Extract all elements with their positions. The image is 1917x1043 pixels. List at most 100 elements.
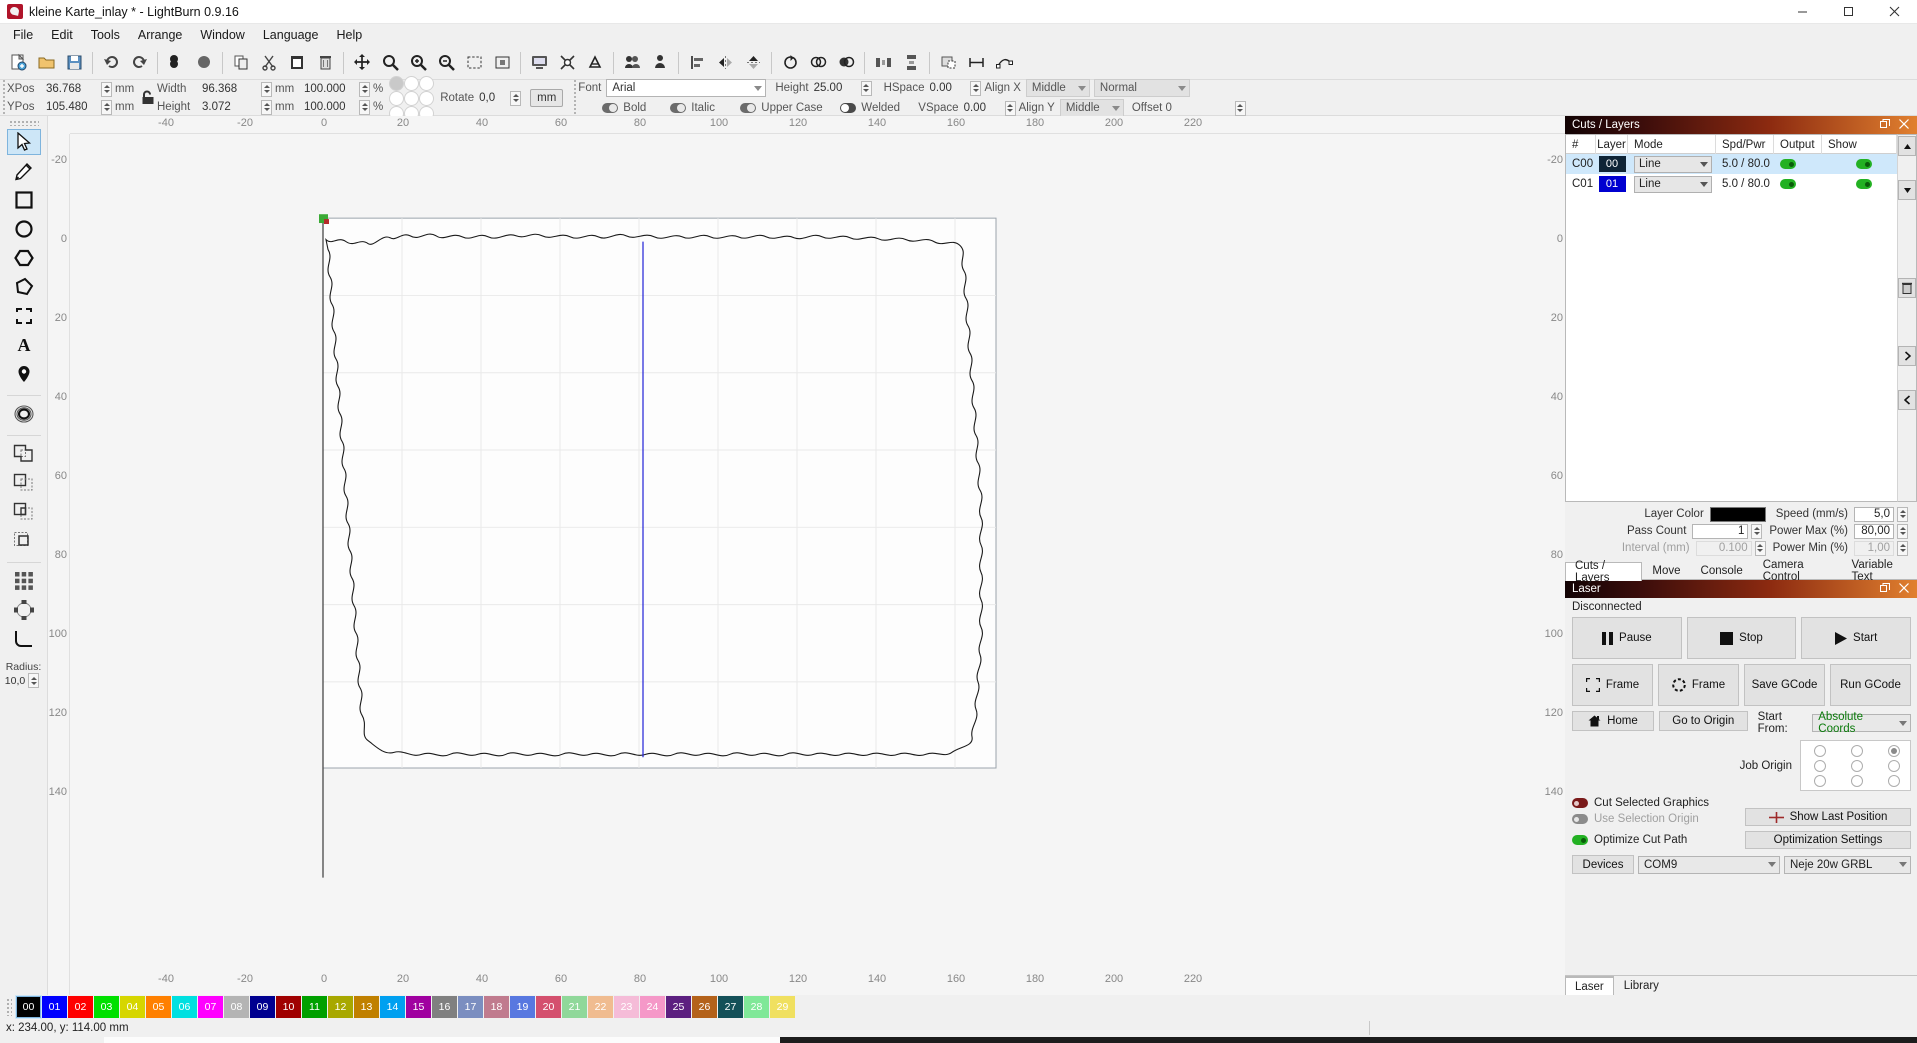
show-last-position-button[interactable]: Show Last Position [1745,808,1911,826]
ypos-value[interactable]: 105.480 [46,101,98,113]
tab-variable-text[interactable]: Variable Text [1842,559,1917,583]
layers-table[interactable]: # Layer Mode Spd/Pwr Output Show C00 00 [1565,134,1897,502]
snap-to-grid-icon[interactable] [935,50,961,76]
draw-lines-tool[interactable] [7,158,41,184]
palette-swatch-09[interactable]: 09 [250,996,275,1018]
tab-camera-control[interactable]: Camera Control [1753,559,1842,583]
palette-swatch-20[interactable]: 20 [536,996,561,1018]
pause-button[interactable]: Pause [1572,617,1682,659]
ungroup-icon[interactable] [647,50,673,76]
frame-selection-icon[interactable] [489,50,515,76]
print-and-cut-icon[interactable] [554,50,580,76]
design-canvas[interactable] [70,134,1565,995]
align-left-icon[interactable] [684,50,710,76]
array-tool[interactable] [7,568,41,594]
pass-count-value[interactable]: 1 [1692,523,1749,539]
tab-console[interactable]: Console [1691,561,1753,580]
property-bar-grip[interactable] [0,80,7,115]
preview-icon[interactable] [526,50,552,76]
undo-icon[interactable] [98,50,124,76]
start-button[interactable]: Start [1801,617,1912,659]
scroll-up-icon[interactable] [1898,136,1916,156]
job-origin-bottom-right[interactable] [1887,774,1900,787]
row-show-toggle-cell[interactable] [1822,174,1897,194]
welded-toggle[interactable] [840,103,857,113]
palette-swatch-29[interactable]: 29 [770,996,795,1018]
anchor-middle-left[interactable] [389,90,405,106]
row-output-toggle-cell[interactable] [1774,174,1822,194]
palette-swatch-24[interactable]: 24 [640,996,665,1018]
palette-swatch-22[interactable]: 22 [588,996,613,1018]
job-origin-bottom-center[interactable] [1850,774,1863,787]
tab-cuts-layers[interactable]: Cuts / Layers [1565,560,1643,584]
row-mode-cell[interactable]: Line [1628,154,1716,174]
text-bar-grip[interactable] [571,80,579,115]
italic-toggle[interactable] [670,103,687,113]
palette-swatch-17[interactable]: 17 [458,996,483,1018]
job-origin-middle-center[interactable] [1850,759,1863,772]
run-gcode-button[interactable]: Run GCode [1830,664,1911,706]
mirror-vertical-icon[interactable] [740,50,766,76]
menu-tools[interactable]: Tools [82,25,129,45]
tab-library[interactable]: Library [1614,976,1669,995]
anchor-top-left[interactable] [389,75,405,91]
radius-value[interactable]: 10,0 [5,675,25,687]
palette-swatch-02[interactable]: 02 [68,996,93,1018]
table-row[interactable]: C01 01 Line 5.0 / 80.0 [1566,174,1897,194]
table-row[interactable]: C00 00 Line 5.0 / 80.0 [1566,154,1897,174]
save-file-icon[interactable] [61,50,87,76]
upper-case-toggle[interactable] [740,103,757,113]
ypos-stepper[interactable] [101,99,112,115]
minimize-button[interactable] [1779,0,1825,24]
palette-swatch-01[interactable]: 01 [42,996,67,1018]
zoom-out-icon[interactable] [433,50,459,76]
canvas-svg[interactable] [70,134,1565,995]
palette-grip[interactable] [6,998,12,1016]
row-output-toggle-cell[interactable] [1774,154,1822,174]
distribute-vertical-icon[interactable] [898,50,924,76]
subtract-shapes-icon[interactable] [833,50,859,76]
vertical-ruler-left[interactable]: -20 0 20 40 60 80 100 120 140 [48,134,70,995]
row-mode-cell[interactable]: Line [1628,174,1716,194]
speed-value[interactable]: 5,0 [1854,506,1894,522]
home-button[interactable]: Home [1572,711,1654,731]
float-panel-icon[interactable] [1880,118,1890,132]
rotate-stepper[interactable] [510,90,522,106]
paste-icon[interactable] [284,50,310,76]
palette-swatch-19[interactable]: 19 [510,996,535,1018]
menu-arrange[interactable]: Arrange [129,25,191,45]
optimize-cut-path-toggle[interactable] [1572,835,1588,845]
anchor-middle-right[interactable] [419,90,435,106]
palette-swatch-04[interactable]: 04 [120,996,145,1018]
devices-button[interactable]: Devices [1572,855,1634,874]
palette-swatch-08[interactable]: 08 [224,996,249,1018]
delete-layer-icon[interactable] [1898,278,1916,298]
palette-swatch-11[interactable]: 11 [302,996,327,1018]
select-tool[interactable] [6,129,41,155]
palette-swatch-18[interactable]: 18 [484,996,509,1018]
edit-nodes-tool[interactable] [7,274,41,300]
job-origin-middle-right[interactable] [1887,759,1900,772]
polygon-tool[interactable] [7,245,41,271]
palette-swatch-07[interactable]: 07 [198,996,223,1018]
output-toggle[interactable] [1780,179,1796,189]
text-tool[interactable]: A [7,332,41,358]
palette-swatch-12[interactable]: 12 [328,996,353,1018]
cut-selected-graphics-row[interactable]: Cut Selected Graphics [1565,797,1745,809]
palette-swatch-15[interactable]: 15 [406,996,431,1018]
width-stepper[interactable] [261,81,272,97]
menu-language[interactable]: Language [254,25,328,45]
go-to-origin-button[interactable]: Go to Origin [1658,711,1748,731]
canvas-workspace[interactable]: -40 -20 0 20 40 60 80 100 120 140 160 18… [48,116,1565,995]
job-origin-bottom-left[interactable] [1813,774,1826,787]
cut-selected-graphics-toggle[interactable] [1572,798,1588,808]
rotary-frame-button[interactable]: Frame [1658,664,1739,706]
xpos-value[interactable]: 36.768 [46,83,98,95]
position-anchor-grid[interactable] [383,75,440,121]
hspace-value[interactable]: 0.00 [929,82,967,94]
show-toggle[interactable] [1856,179,1872,189]
trim-tool[interactable] [7,303,41,329]
palette-swatch-13[interactable]: 13 [354,996,379,1018]
circular-array-tool[interactable] [7,597,41,623]
palette-swatch-14[interactable]: 14 [380,996,405,1018]
